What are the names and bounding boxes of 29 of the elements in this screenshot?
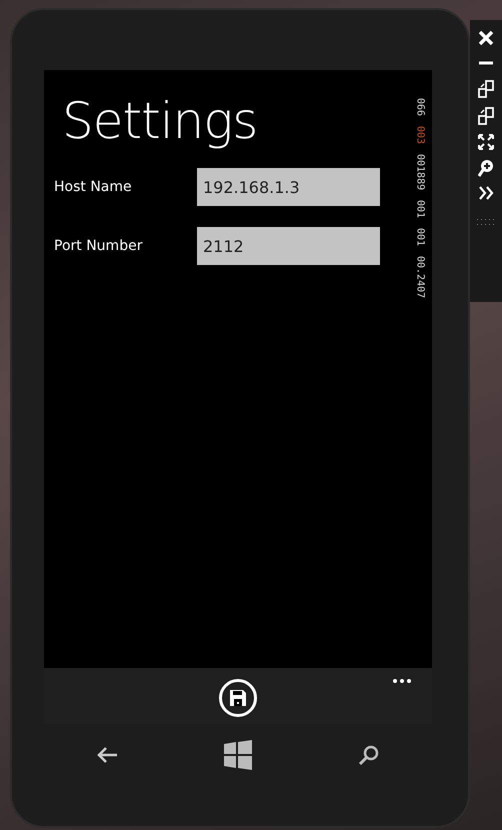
frame-counter: 066 bbox=[414, 98, 426, 116]
rotate-right-button[interactable] bbox=[478, 107, 494, 125]
search-icon bbox=[358, 744, 380, 766]
save-button[interactable] bbox=[219, 679, 257, 717]
fit-to-screen-button[interactable] bbox=[478, 134, 494, 150]
text-field[interactable]: 2112 bbox=[197, 227, 380, 265]
page-title: Settings bbox=[62, 92, 258, 150]
field-label: Host Name bbox=[54, 179, 133, 195]
rotate-left-icon bbox=[478, 80, 494, 98]
rotate-left-button[interactable] bbox=[478, 80, 494, 98]
field-label: Port Number bbox=[54, 238, 144, 254]
close-icon bbox=[478, 30, 494, 46]
minimize-icon bbox=[478, 61, 494, 65]
expand-arrows-icon bbox=[478, 134, 494, 150]
more-icon[interactable] bbox=[392, 678, 412, 684]
zoom-button[interactable] bbox=[478, 159, 494, 177]
frame-counter: 00.2407 bbox=[414, 256, 426, 299]
windows-logo-icon bbox=[222, 740, 253, 770]
frame-counter: 001889 bbox=[414, 154, 426, 190]
double-chevron-icon bbox=[478, 186, 494, 200]
frame-counter: 003 bbox=[414, 126, 426, 144]
rotate-right-icon bbox=[478, 107, 494, 125]
close-button[interactable] bbox=[478, 30, 494, 46]
zoom-in-icon bbox=[478, 159, 494, 177]
text-field[interactable]: 192.168.1.3 bbox=[197, 168, 380, 206]
frame-counter: 001 bbox=[414, 228, 426, 246]
more-tools-button[interactable] bbox=[478, 186, 494, 200]
frame-counter: 001 bbox=[414, 200, 426, 218]
back-arrow-icon bbox=[96, 746, 118, 764]
